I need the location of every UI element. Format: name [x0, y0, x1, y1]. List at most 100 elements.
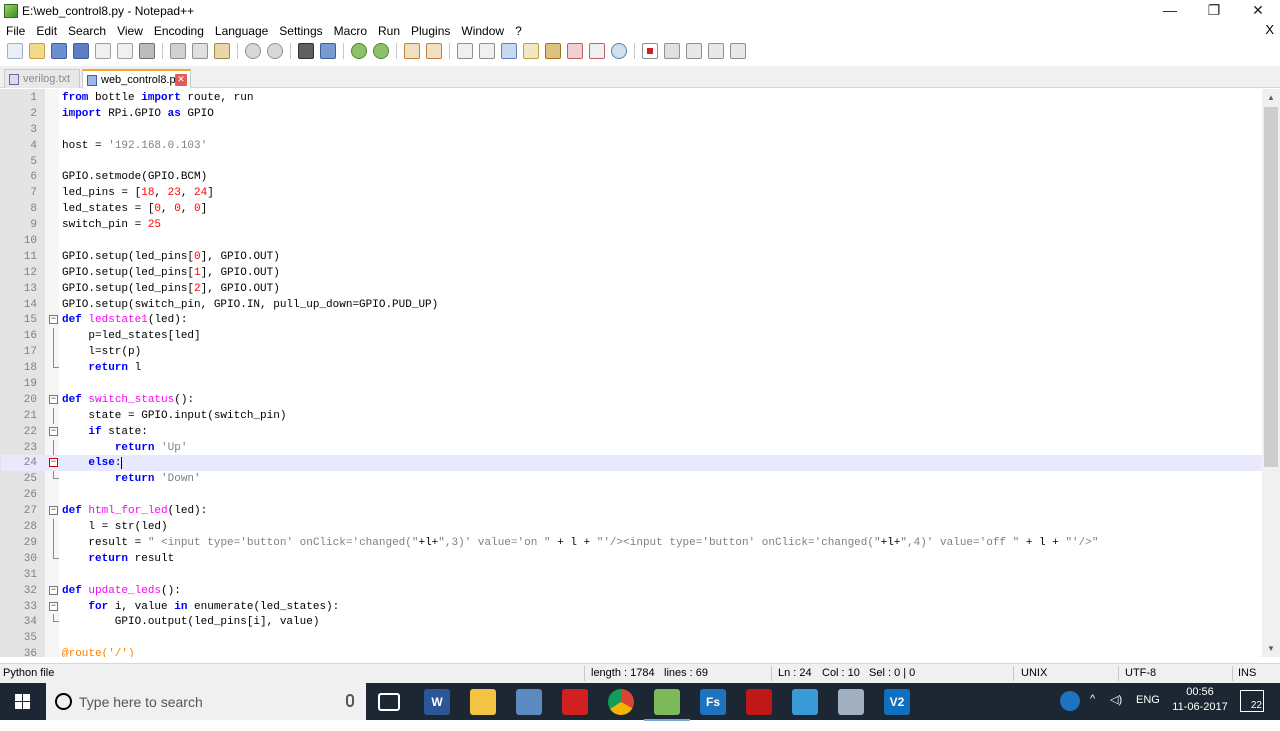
menu-file[interactable]: File — [0, 24, 30, 38]
save-macro-icon[interactable] — [730, 43, 746, 59]
code-line[interactable]: 14 GPIO.setup(switch_pin, GPIO.IN, pull_u… — [1, 297, 1262, 313]
code-line[interactable]: 28 l = str(led) — [1, 519, 1262, 536]
code-line[interactable]: 17 l=str(p) — [1, 344, 1262, 361]
code-text[interactable]: GPIO.setup(led_pins[1], GPIO.OUT) — [62, 265, 280, 281]
code-line[interactable]: 5 — [1, 154, 1262, 170]
play-macro-icon[interactable] — [686, 43, 702, 59]
code-line[interactable]: 34 GPIO.output(led_pins[i], value) — [1, 614, 1262, 630]
restore-button[interactable]: ❐ — [1192, 0, 1236, 22]
close-button[interactable]: ✕ — [1236, 0, 1280, 22]
code-text[interactable]: from bottle import route, run — [62, 90, 253, 106]
code-line[interactable]: 3 — [1, 122, 1262, 138]
copy-icon[interactable] — [192, 43, 208, 59]
fold-toggle-icon[interactable]: − — [49, 601, 58, 611]
code-line[interactable]: 12 GPIO.setup(led_pins[1], GPIO.OUT) — [1, 265, 1262, 281]
menu-help[interactable]: ? — [509, 24, 527, 38]
paste-icon[interactable] — [214, 43, 230, 59]
code-text[interactable]: led_pins = [18, 23, 24] — [62, 185, 214, 201]
remote-desktop-icon[interactable] — [792, 689, 818, 715]
menu-run[interactable]: Run — [372, 24, 405, 38]
code-text[interactable]: if state: — [62, 424, 147, 440]
zoom-out-icon[interactable] — [373, 43, 389, 59]
vertical-scrollbar[interactable]: ▲ ▼ — [1262, 89, 1280, 657]
code-text[interactable]: for i, value in enumerate(led_states): — [62, 599, 339, 615]
snipping-tool-icon[interactable] — [516, 689, 542, 715]
fold-toggle-icon[interactable]: − — [49, 426, 58, 436]
undo-icon[interactable] — [245, 43, 261, 59]
code-line[interactable]: 1 from bottle import route, run — [1, 90, 1262, 106]
code-text[interactable]: return 'Up' — [62, 440, 188, 456]
code-line[interactable]: 19 — [1, 376, 1262, 392]
replace-icon[interactable] — [320, 43, 336, 59]
code-text[interactable]: @route('/') — [62, 646, 135, 657]
volume-icon[interactable]: ◁) — [1110, 693, 1122, 730]
code-text[interactable]: GPIO.output(led_pins[i], value) — [62, 614, 320, 630]
fold-toggle-icon[interactable]: − — [49, 585, 58, 595]
save-icon[interactable] — [51, 43, 67, 59]
fold-toggle-icon[interactable]: − — [49, 315, 58, 325]
code-text[interactable]: result = " <input type='button' onClick=… — [62, 535, 1098, 551]
code-text[interactable]: def switch_status(): — [62, 392, 194, 408]
folder-workspace-icon[interactable] — [589, 43, 605, 59]
action-center-icon[interactable]: 22 — [1240, 690, 1264, 712]
show-all-chars-icon[interactable] — [479, 43, 495, 59]
code-line[interactable]: 10 — [1, 233, 1262, 249]
save-all-icon[interactable] — [73, 43, 89, 59]
file-explorer-icon[interactable] — [470, 689, 496, 715]
close-document-button[interactable]: X — [1265, 22, 1274, 37]
menu-view[interactable]: View — [111, 24, 148, 38]
code-text[interactable]: l=str(p) — [62, 344, 141, 360]
open-file-icon[interactable] — [29, 43, 45, 59]
code-line[interactable]: 33 − for i, value in enumerate(led_states… — [1, 599, 1262, 615]
menu-encoding[interactable]: Encoding — [148, 24, 209, 38]
code-line[interactable]: 36 @route('/') — [1, 646, 1262, 657]
code-text[interactable]: GPIO.setup(led_pins[0], GPIO.OUT) — [62, 249, 280, 265]
minimize-button[interactable]: — — [1148, 0, 1192, 22]
code-text[interactable]: def ledstate1(led): — [62, 312, 187, 328]
record-macro-icon[interactable] — [642, 43, 658, 59]
run-macro-multiple-icon[interactable] — [708, 43, 724, 59]
settings-app-icon[interactable] — [838, 689, 864, 715]
code-line[interactable]: 29 result = " <input type='button' onCli… — [1, 534, 1262, 551]
code-line[interactable]: 15 − def ledstate1(led): — [1, 312, 1262, 328]
menu-macro[interactable]: Macro — [328, 24, 372, 38]
code-editor[interactable]: 1 from bottle import route, run 2 import RP… — [0, 89, 1262, 657]
code-text[interactable]: else: — [62, 455, 123, 471]
code-text[interactable]: def html_for_led(led): — [62, 503, 207, 519]
code-line[interactable]: 2 import RPi.GPIO as GPIO — [1, 106, 1262, 122]
code-line[interactable]: 8 led_states = [0, 0, 0] — [1, 201, 1262, 217]
sync-vertical-icon[interactable] — [404, 43, 420, 59]
red-app-icon[interactable] — [746, 689, 772, 715]
code-line[interactable]: 25 return 'Down' — [1, 471, 1262, 487]
code-line[interactable]: 16 p=led_states[led] — [1, 328, 1262, 345]
code-line[interactable]: 13 GPIO.setup(led_pins[2], GPIO.OUT) — [1, 281, 1262, 297]
code-text[interactable]: return l — [62, 360, 141, 376]
language-udf-icon[interactable] — [523, 43, 539, 59]
fold-toggle-icon[interactable]: − — [49, 506, 58, 516]
menu-search[interactable]: Search — [62, 24, 111, 38]
code-text[interactable]: GPIO.setup(switch_pin, GPIO.IN, pull_up_… — [62, 297, 438, 313]
code-line[interactable]: 18 return l — [1, 360, 1262, 376]
code-line[interactable]: 9 switch_pin = 25 — [1, 217, 1262, 233]
code-text[interactable]: return 'Down' — [62, 471, 201, 487]
code-area[interactable]: 1 from bottle import route, run 2 import RP… — [1, 90, 1262, 657]
fs-app-icon[interactable]: Fs — [700, 689, 726, 715]
code-line[interactable]: 35 — [1, 630, 1262, 646]
tab-web-control8[interactable]: web_control8.py ✕ — [82, 69, 191, 88]
code-line[interactable]: 32 − def update_leds(): — [1, 583, 1262, 599]
code-line[interactable]: 20 − def switch_status(): — [1, 392, 1262, 408]
menu-language[interactable]: Language — [209, 24, 273, 38]
zoom-in-icon[interactable] — [351, 43, 367, 59]
notepadpp-taskbar-icon[interactable] — [644, 689, 690, 721]
scroll-up-icon[interactable]: ▲ — [1262, 89, 1280, 106]
doc-map-icon[interactable] — [545, 43, 561, 59]
code-line[interactable]: 24 − else: — [1, 455, 1262, 472]
find-icon[interactable] — [298, 43, 314, 59]
menu-settings[interactable]: Settings — [273, 24, 327, 38]
task-view-icon[interactable] — [378, 693, 400, 711]
stop-macro-icon[interactable] — [664, 43, 680, 59]
cut-icon[interactable] — [170, 43, 186, 59]
fold-toggle-icon[interactable]: − — [49, 394, 58, 404]
indent-guide-icon[interactable] — [501, 43, 517, 59]
clock[interactable]: 00:56 11-06-2017 — [1168, 685, 1232, 715]
